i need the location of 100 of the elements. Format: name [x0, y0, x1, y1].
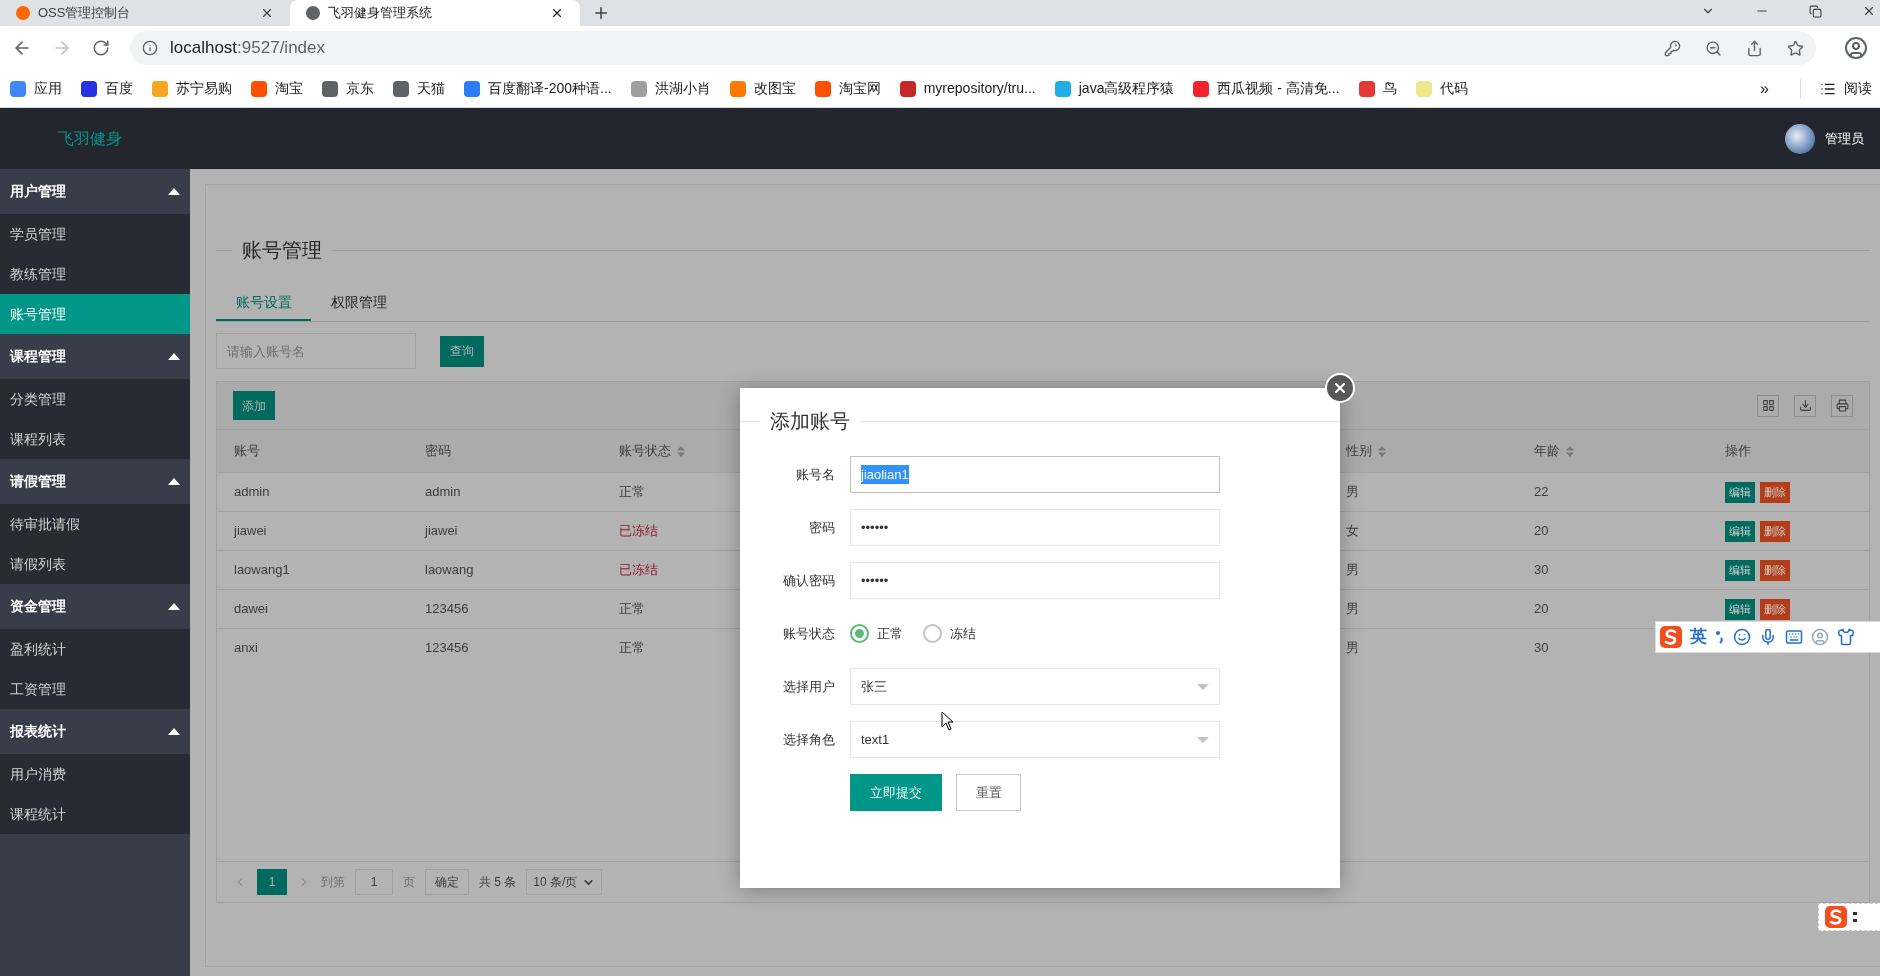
table-cell: jiawei	[425, 523, 458, 539]
input-field[interactable]: ••••••	[850, 562, 1220, 599]
browser-tab[interactable]: 飞羽健身管理系统	[290, 0, 580, 26]
export-icon[interactable]	[1794, 394, 1816, 417]
table-cell: admin	[234, 484, 270, 500]
bookmarks-overflow[interactable]: »	[1760, 76, 1769, 101]
table-cell: 123456	[425, 640, 469, 656]
keyboard-icon[interactable]	[1785, 628, 1803, 646]
sidebar-item[interactable]: 工资管理	[0, 669, 190, 709]
input-field[interactable]: ••••••	[850, 509, 1220, 546]
bookmark[interactable]: 西瓜视频 - 高清免...	[1193, 78, 1340, 99]
field-label: 选择角色	[782, 730, 835, 749]
new-tab-icon[interactable]	[592, 4, 610, 22]
restore-icon[interactable]	[1809, 5, 1822, 18]
address-bar[interactable]: localhost:9527/index	[130, 31, 1816, 65]
bookmark[interactable]: 苏宁易购	[152, 78, 232, 99]
bookmark[interactable]: 淘宝网	[814, 78, 881, 99]
table-cell: dawei	[234, 601, 268, 617]
field-label: 密码	[808, 518, 835, 537]
bookmark[interactable]: 代码	[1415, 78, 1468, 99]
bookmark[interactable]: myrepository/tru...	[899, 78, 1036, 99]
table-cell: admin	[425, 484, 461, 500]
profile-icon[interactable]	[1844, 36, 1868, 60]
submit-button[interactable]: 立即提交	[850, 774, 942, 811]
delete-button[interactable]: 删除	[1760, 520, 1790, 542]
field-value: ••••••	[861, 571, 889, 590]
zoom-out-icon[interactable]	[1705, 39, 1722, 57]
sidebar-item[interactable]: 请假列表	[0, 544, 190, 584]
bookmark[interactable]: 改图宝	[729, 78, 796, 99]
table-cell: 20	[1534, 601, 1549, 617]
close-icon	[1332, 380, 1348, 396]
bookmark[interactable]: 鸟	[1358, 78, 1397, 99]
select-field[interactable]: 张三	[850, 668, 1220, 705]
radio-option[interactable]: 冻结	[923, 623, 976, 644]
tab-title: 飞羽健身管理系统	[328, 4, 433, 23]
delete-button[interactable]: 删除	[1760, 559, 1790, 581]
bookmark[interactable]: 百度翻译-200种语...	[464, 78, 612, 99]
sidebar-item[interactable]: 用户消费	[0, 754, 190, 794]
sidebar-item[interactable]: 盈利统计	[0, 629, 190, 669]
edit-button[interactable]: 编辑	[1725, 598, 1755, 620]
info-icon	[142, 40, 158, 56]
sidebar-item[interactable]: 课程列表	[0, 419, 190, 459]
key-icon[interactable]	[1664, 39, 1681, 57]
radio-option[interactable]: 正常	[850, 623, 903, 644]
bookmark[interactable]: 百度	[81, 78, 133, 99]
edit-button[interactable]: 编辑	[1725, 481, 1755, 503]
caret-up-icon	[168, 603, 180, 610]
table-cell: laowang1	[234, 562, 290, 578]
caret-down-icon	[1197, 736, 1209, 743]
bookmark[interactable]: java高级程序猿	[1054, 78, 1175, 99]
shirt-icon[interactable]	[1837, 628, 1855, 646]
bookmark[interactable]: 应用	[10, 78, 62, 99]
bookmark[interactable]: 京东	[322, 78, 374, 99]
edit-button[interactable]: 编辑	[1725, 559, 1755, 581]
bookmark[interactable]: 洪湖小肖	[630, 78, 711, 99]
ime-mode[interactable]: 英	[1690, 624, 1707, 650]
close-icon[interactable]	[260, 6, 274, 20]
dialog-title: 添加账号	[769, 409, 851, 434]
sidebar-item[interactable]: 待审批请假	[0, 504, 190, 544]
page-title: 账号管理	[241, 238, 323, 263]
user-menu[interactable]: 管理员	[1785, 123, 1880, 154]
search-field[interactable]: 请输入账号名	[216, 333, 416, 369]
reload-icon[interactable]	[92, 39, 110, 57]
table-cell: 男	[1346, 601, 1359, 617]
punctuation-icon[interactable]	[1715, 630, 1725, 644]
confirm-button[interactable]: 确定	[425, 869, 469, 895]
sidebar-item[interactable]: 课程统计	[0, 794, 190, 834]
reading-list[interactable]: 阅读	[1820, 78, 1872, 99]
brand-name: 飞羽健身	[58, 128, 122, 149]
bookmark[interactable]: 淘宝	[251, 78, 303, 99]
table-cell: 22	[1534, 484, 1549, 500]
page-field[interactable]: 1	[355, 869, 393, 895]
grip-icon[interactable]	[1853, 911, 1857, 923]
status-text: 正常	[619, 484, 645, 500]
sidebar-item[interactable]: 账号管理	[0, 294, 190, 334]
bookmark[interactable]: 天猫	[393, 78, 445, 99]
edit-button[interactable]: 编辑	[1725, 520, 1755, 542]
star-icon[interactable]	[1787, 39, 1804, 57]
print-icon[interactable]	[1831, 394, 1853, 417]
table-cell: 30	[1534, 562, 1549, 578]
sidebar-item[interactable]: 分类管理	[0, 379, 190, 419]
microphone-icon[interactable]	[1759, 628, 1777, 646]
browser-tab[interactable]: OSS管理控制台	[0, 0, 290, 26]
close-icon[interactable]	[1862, 4, 1876, 18]
page-tab[interactable]: 权限管理	[311, 283, 406, 321]
columns-icon[interactable]	[1757, 394, 1779, 417]
page-size-select[interactable]: 10 条/页	[526, 869, 603, 895]
sidebar-item[interactable]: 教练管理	[0, 254, 190, 294]
delete-button[interactable]: 删除	[1760, 598, 1790, 620]
ime-logo	[1660, 626, 1682, 648]
close-icon[interactable]	[550, 6, 564, 20]
field-label: 选择用户	[782, 677, 835, 696]
field-value: jiaolian1	[861, 464, 909, 485]
table-cell: 男	[1346, 640, 1359, 656]
sidebar-item[interactable]: 学员管理	[0, 214, 190, 254]
reset-button[interactable]: 重置	[956, 774, 1021, 811]
emoji-icon[interactable]	[1733, 628, 1751, 646]
select-field[interactable]: text1	[850, 721, 1220, 758]
delete-button[interactable]: 删除	[1760, 481, 1790, 503]
share-icon[interactable]	[1746, 39, 1763, 57]
